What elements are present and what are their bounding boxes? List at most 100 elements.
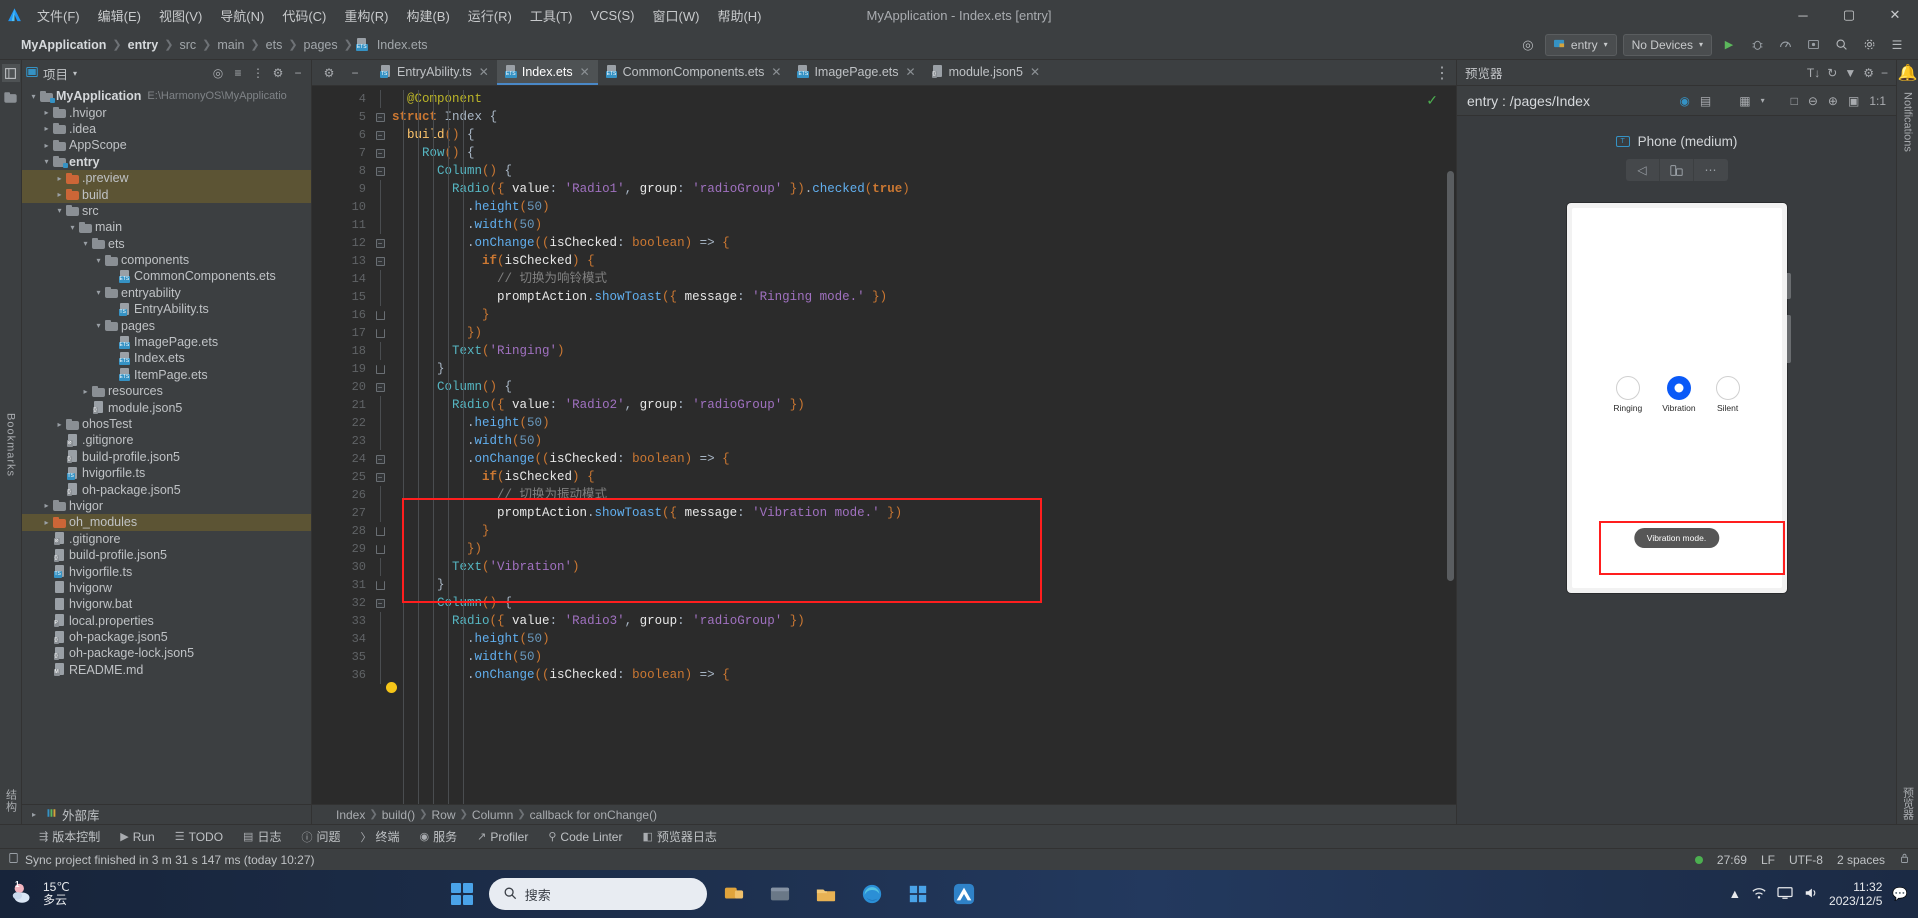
project-panel-actions[interactable]: ◎ ≡ ⋮ ⚙ − <box>209 64 307 82</box>
external-libraries-row[interactable]: ▸ 外部库 <box>22 804 311 824</box>
fold-marker[interactable] <box>372 558 388 576</box>
taskbar-clock[interactable]: 11:32 2023/12/5 <box>1829 880 1882 908</box>
tree-expander-icon[interactable]: ▸ <box>54 174 65 183</box>
breadcrumb-item-project[interactable]: MyApplication <box>18 37 109 53</box>
menu-bar[interactable]: 文件(F) 编辑(E) 视图(V) 导航(N) 代码(C) 重构(R) 构建(B… <box>28 1 770 30</box>
monitor-icon[interactable] <box>1777 886 1793 903</box>
tree-item-ohostest[interactable]: ▸ ohosTest <box>22 416 311 432</box>
file-explorer-icon[interactable] <box>761 874 799 914</box>
code-line[interactable]: .height(50) <box>388 414 1456 432</box>
close-icon[interactable]: ✕ <box>906 65 916 79</box>
tree-item-hvigorfile-ts[interactable]: TS hvigorfile.ts <box>22 563 311 579</box>
fold-marker[interactable] <box>372 306 388 324</box>
breadcrumb-item-pages[interactable]: pages <box>301 37 341 53</box>
breadcrumb-item-entry[interactable]: entry <box>125 37 162 53</box>
tree-expander-icon[interactable]: ▾ <box>93 288 104 297</box>
tool-window--[interactable]: ◧ 预览器日志 <box>639 827 719 846</box>
zoom-in-icon[interactable]: ⊕ <box>1828 94 1838 108</box>
code-line[interactable]: .onChange((isChecked: boolean) => { <box>388 450 1456 468</box>
tree-item-hvigorw[interactable]: hvigorw <box>22 580 311 596</box>
profile-icon[interactable] <box>1774 34 1796 56</box>
bookmarks-rail-label[interactable]: Bookmarks <box>5 410 17 480</box>
frame-icon[interactable]: □ <box>1791 94 1798 108</box>
collapse-all-icon[interactable]: ⋮ <box>249 64 267 82</box>
code-line[interactable]: Radio({ value: 'Radio1', group: 'radioGr… <box>388 180 1456 198</box>
editor-breadcrumb-build[interactable]: build() <box>382 808 415 822</box>
menu-window[interactable]: 窗口(W) <box>644 1 709 30</box>
previewer-header-actions[interactable]: T↓ ↻ ▼ ⚙ − <box>1807 66 1888 80</box>
editor-breadcrumb-row[interactable]: Row <box>432 808 456 822</box>
close-icon[interactable]: ✕ <box>479 65 489 79</box>
fold-marker[interactable] <box>372 630 388 648</box>
fold-marker[interactable]: − <box>372 378 388 396</box>
fold-end-icon[interactable] <box>375 526 385 536</box>
radio-item-silent[interactable]: Silent <box>1715 376 1740 413</box>
tree-item-ets[interactable]: ▾ ets <box>22 236 311 252</box>
fold-collapse-icon[interactable]: − <box>375 166 385 176</box>
tree-expander-icon[interactable]: ▸ <box>54 190 65 199</box>
project-tree[interactable]: ▾ MyApplication E:\HarmonyOS\MyApplicatio ▸… <box>22 86 311 804</box>
code-line[interactable]: .height(50) <box>388 630 1456 648</box>
code-line[interactable]: .width(50) <box>388 648 1456 666</box>
tree-item-resources[interactable]: ▸ resources <box>22 383 311 399</box>
tree-item-index-ets[interactable]: ETS Index.ets <box>22 350 311 366</box>
taskbar-tray[interactable]: ▲ 11:32 2023/12/5 💬 <box>1729 880 1908 908</box>
taskbar-search-box[interactable]: 搜索 <box>488 878 707 910</box>
device-controls[interactable]: ◁ ⋯ <box>1625 159 1728 181</box>
tree-item-oh-modules[interactable]: ▸ oh_modules <box>22 514 311 531</box>
project-panel-title-group[interactable]: 项目 ▾ <box>26 64 77 83</box>
fold-collapse-icon[interactable]: − <box>375 598 385 608</box>
code-line[interactable]: // 切换为振动模式 <box>388 486 1456 504</box>
fold-marker[interactable] <box>372 270 388 288</box>
fit-icon[interactable]: ▣ <box>1848 94 1859 108</box>
hide-icon[interactable]: − <box>346 64 364 82</box>
code-line[interactable]: } <box>388 522 1456 540</box>
fold-marker[interactable]: − <box>372 144 388 162</box>
tree-item--idea[interactable]: ▸ .idea <box>22 121 311 137</box>
close-icon[interactable]: ✕ <box>580 65 590 79</box>
fold-marker[interactable] <box>372 324 388 342</box>
more-icon[interactable]: ⋯ <box>1694 159 1728 181</box>
text-size-icon[interactable]: T↓ <box>1807 66 1820 80</box>
menu-refactor[interactable]: 重构(R) <box>335 1 397 30</box>
left-tool-rail[interactable]: Bookmarks 结构 <box>0 60 22 824</box>
tree-item-hvigor[interactable]: ▸ hvigor <box>22 498 311 514</box>
line-separator[interactable]: LF <box>1761 853 1775 867</box>
tree-expander-icon[interactable]: ▾ <box>54 206 65 215</box>
tree-item-commoncomponents-ets[interactable]: ETS CommonComponents.ets <box>22 268 311 284</box>
fold-marker[interactable] <box>372 180 388 198</box>
target-icon[interactable]: ◎ <box>1517 34 1539 56</box>
fold-marker[interactable] <box>372 342 388 360</box>
fold-marker[interactable] <box>372 576 388 594</box>
close-icon[interactable]: ✕ <box>1030 65 1040 79</box>
radio-vibration[interactable] <box>1666 376 1691 400</box>
maximize-button[interactable]: ▢ <box>1826 0 1872 30</box>
editor-tab-module-json5[interactable]: {} module.json5 ✕ <box>924 60 1048 85</box>
fold-marker[interactable] <box>372 666 388 684</box>
code-line[interactable]: } <box>388 306 1456 324</box>
fold-marker[interactable]: − <box>372 450 388 468</box>
editor-breadcrumb[interactable]: Index ❯ build() ❯ Row ❯ Column ❯ callbac… <box>312 804 1456 824</box>
editor-tab-imagepage-ets[interactable]: ETS ImagePage.ets ✕ <box>789 60 923 85</box>
right-tool-rail[interactable]: 🔔 Notifications 预览器 <box>1896 60 1918 824</box>
tool-window-run[interactable]: ▶ Run <box>117 829 157 845</box>
tree-item--gitignore[interactable]: ⊘ .gitignore <box>22 531 311 547</box>
hide-icon[interactable]: − <box>289 64 307 82</box>
code-line[interactable]: .height(50) <box>388 198 1456 216</box>
code-line[interactable]: Radio({ value: 'Radio3', group: 'radioGr… <box>388 612 1456 630</box>
code-editor[interactable]: 4 5 6 7 8 9 10 11 12 13 14 15 16 17 18 19 20 21 22 23 24 25 26… <box>312 86 1456 804</box>
structure-tool-icon[interactable] <box>2 88 20 106</box>
tree-item-imagepage-ets[interactable]: ETS ImagePage.ets <box>22 334 311 350</box>
project-tool-icon[interactable] <box>1 64 20 82</box>
tree-expander-icon[interactable]: ▸ <box>41 108 52 117</box>
menu-file[interactable]: 文件(F) <box>28 1 89 30</box>
fold-end-icon[interactable] <box>375 544 385 554</box>
zoom-out-icon[interactable]: ⊖ <box>1808 94 1818 108</box>
tool-window--[interactable]: ⇶ 版本控制 <box>36 827 103 846</box>
tool-window--[interactable]: ⓘ 问题 <box>298 827 343 846</box>
tree-item-entryability-ts[interactable]: TS EntryAbility.ts <box>22 301 311 317</box>
tool-window-code-linter[interactable]: ⚲ Code Linter <box>545 829 625 845</box>
code-line[interactable]: } <box>388 360 1456 378</box>
tree-expander-icon[interactable]: ▾ <box>80 239 91 248</box>
phone-preview[interactable]: Ringing Vibration Silent Vibration mode. <box>1566 203 1791 593</box>
